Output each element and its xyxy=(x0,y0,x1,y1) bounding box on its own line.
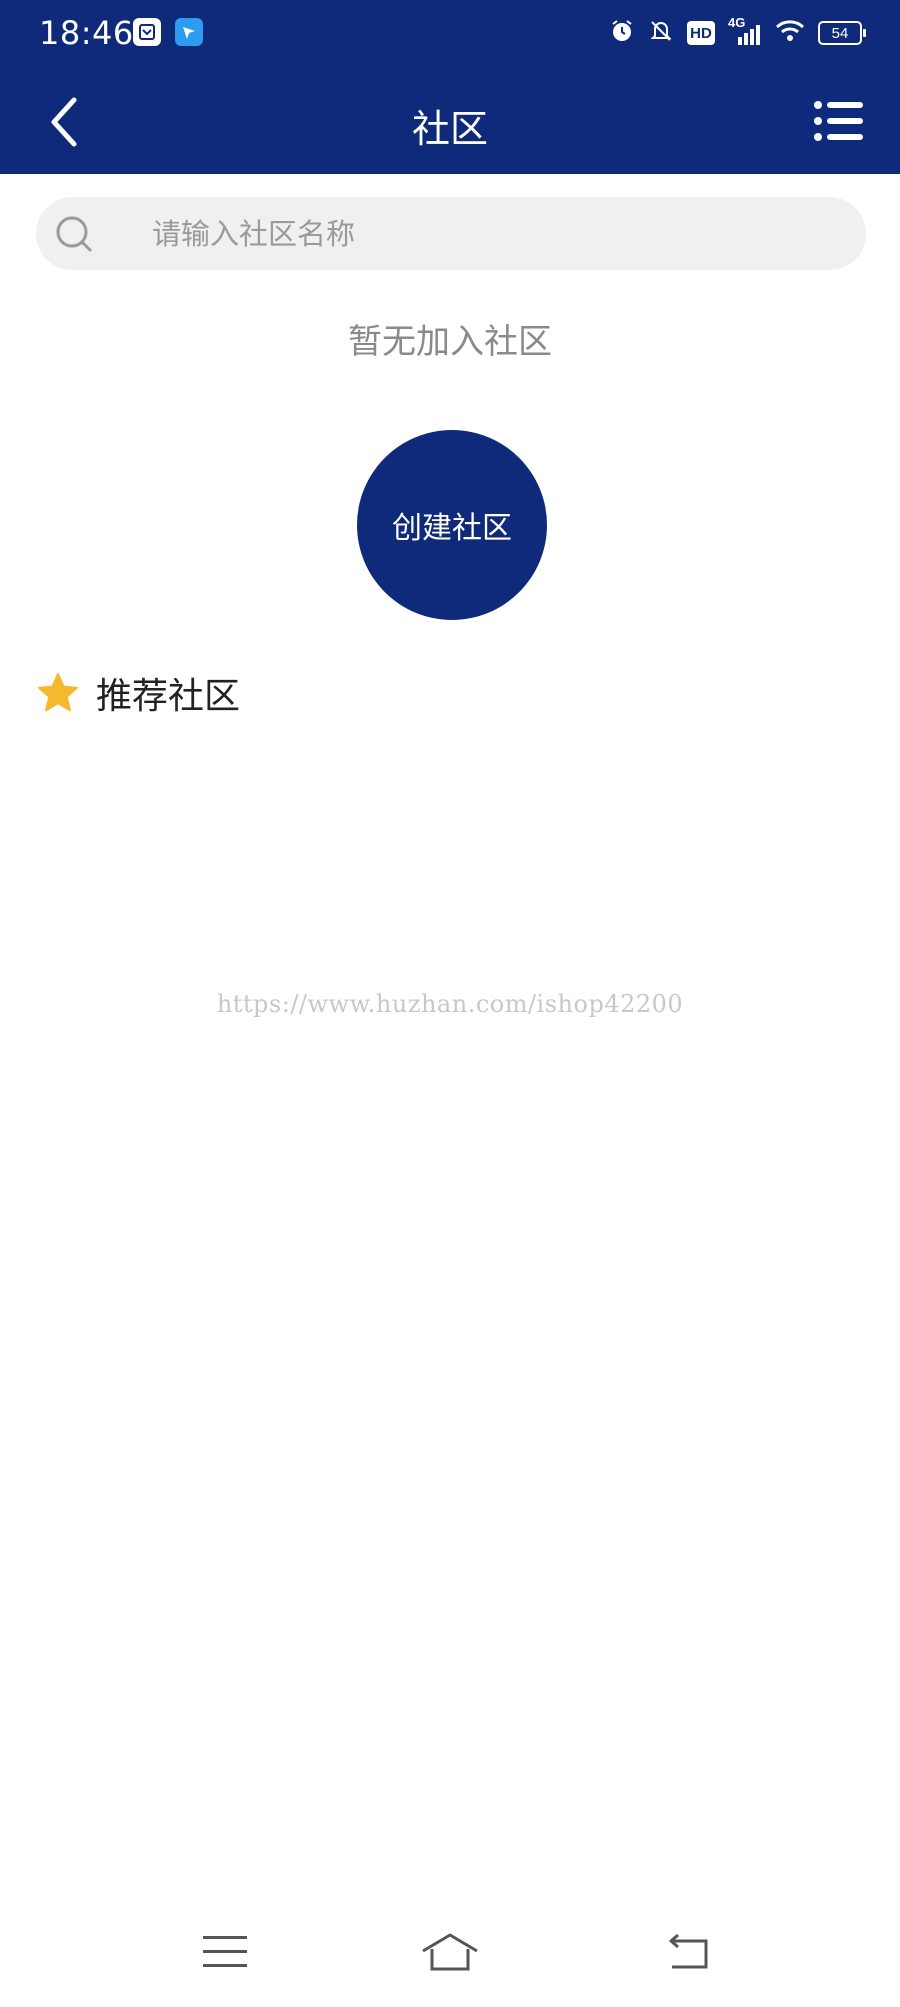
status-bar: 18:46 HD 4G 54 xyxy=(0,0,900,70)
home-button[interactable] xyxy=(420,1927,480,1977)
battery-indicator: 54 xyxy=(818,21,866,45)
nav-bar: 社区 xyxy=(0,70,900,174)
search-bar xyxy=(36,197,866,270)
star-icon xyxy=(38,673,78,712)
recommended-section-header: 推荐社区 xyxy=(36,667,240,719)
bell-off-icon xyxy=(648,18,674,48)
create-community-label: 创建社区 xyxy=(392,511,512,546)
location-app-icon xyxy=(175,18,203,46)
recent-apps-button[interactable] xyxy=(195,1927,255,1977)
alarm-icon xyxy=(609,18,635,48)
status-time: 18:46 xyxy=(39,14,134,52)
return-arrow-icon xyxy=(669,1933,708,1969)
signal-icon: 4G xyxy=(728,15,762,47)
menu-lines-icon xyxy=(203,1936,247,1967)
home-icon xyxy=(422,1933,478,1971)
list-menu-icon xyxy=(814,101,863,141)
back-nav-button[interactable] xyxy=(658,1927,718,1977)
watermark-text: https://www.huzhan.com/ishop42200 xyxy=(216,990,684,1018)
empty-state-text: 暂无加入社区 xyxy=(348,322,552,362)
clipboard-app-icon xyxy=(133,18,161,46)
status-system-icons: HD 4G 54 xyxy=(609,15,866,48)
status-app-icons xyxy=(133,18,203,46)
system-nav-bar xyxy=(0,1897,900,2007)
search-input[interactable] xyxy=(114,197,834,270)
create-community-button[interactable]: 创建社区 xyxy=(357,430,547,620)
wifi-icon xyxy=(775,19,805,47)
menu-button[interactable] xyxy=(812,96,866,146)
recommended-section-title: 推荐社区 xyxy=(96,676,241,717)
app-header: 18:46 HD 4G 54 社区 xyxy=(0,0,900,174)
search-icon xyxy=(56,216,92,252)
page-title: 社区 xyxy=(411,107,488,151)
hd-badge: HD xyxy=(687,21,715,45)
